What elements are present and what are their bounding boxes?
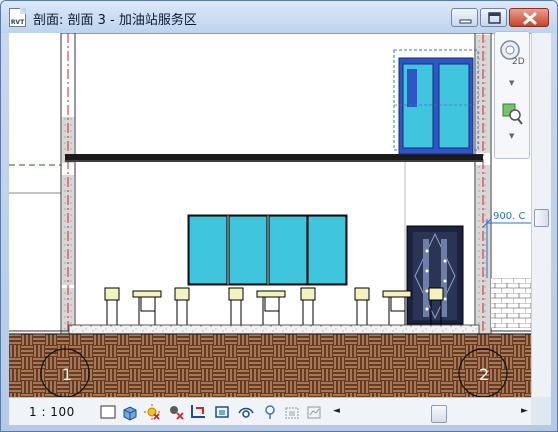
analysis-display-icon[interactable] bbox=[305, 403, 323, 421]
horizontal-scroll-thumb[interactable] bbox=[431, 405, 447, 423]
scroll-corner bbox=[531, 397, 551, 425]
maximize-button[interactable] bbox=[480, 8, 507, 27]
vertical-scrollbar[interactable] bbox=[531, 33, 551, 397]
detail-level-icon[interactable] bbox=[99, 403, 117, 421]
visual-style-icon[interactable] bbox=[121, 403, 139, 421]
steering-wheel-icon: 2D bbox=[500, 40, 525, 67]
scroll-left-arrow-icon[interactable]: ◄ bbox=[333, 406, 340, 416]
section-drawing: 900. C 1 2 bbox=[9, 33, 531, 397]
zoom-button[interactable] bbox=[499, 98, 526, 128]
window-title: 剖面: 剖面 3 - 加油站服务区 bbox=[33, 13, 197, 28]
zoom-region-icon bbox=[502, 103, 523, 125]
minimize-icon bbox=[459, 19, 472, 24]
vertical-scroll-thumb[interactable] bbox=[534, 209, 549, 227]
horizontal-scroll-track[interactable] bbox=[343, 405, 521, 423]
dimension-text: 900. C bbox=[493, 211, 525, 222]
scroll-right-arrow-icon[interactable]: ► bbox=[521, 406, 528, 416]
view-window: RVT 剖面: 剖面 3 - 加油站服务区 900. C 1 2 2D ▼ ▼ … bbox=[0, 0, 558, 432]
crop-view-icon[interactable] bbox=[189, 403, 207, 421]
lightbulb-icon[interactable] bbox=[263, 403, 281, 421]
steering-wheel-button[interactable]: 2D bbox=[499, 38, 526, 68]
minimize-button[interactable] bbox=[451, 8, 478, 27]
title-bar[interactable]: RVT 剖面: 剖面 3 - 加油站服务区 bbox=[1, 1, 557, 33]
wheel-label: 2D bbox=[512, 57, 525, 67]
maximize-icon bbox=[488, 12, 501, 24]
wheel-dropdown-icon[interactable]: ▼ bbox=[509, 79, 514, 87]
sun-path-icon[interactable] bbox=[143, 403, 161, 421]
close-button[interactable] bbox=[509, 8, 549, 27]
zoom-dropdown-icon[interactable]: ▼ bbox=[509, 132, 514, 140]
lock-3d-view-icon[interactable] bbox=[283, 403, 301, 421]
show-crop-region-icon[interactable] bbox=[213, 403, 231, 421]
grid-bubble-2-label: 2 bbox=[479, 365, 489, 384]
drawing-canvas[interactable]: 900. C 1 2 bbox=[9, 33, 531, 397]
shadows-icon[interactable] bbox=[167, 403, 185, 421]
navigation-bar: 2D ▼ ▼ bbox=[494, 31, 530, 159]
app-icon-label: RVT bbox=[10, 19, 25, 26]
view-scale[interactable]: 1 : 100 bbox=[29, 405, 75, 419]
horizontal-scrollbar[interactable]: ◄ ► bbox=[333, 403, 531, 423]
grid-bubble-1-label: 1 bbox=[62, 365, 72, 384]
view-control-bar: 1 : 100 ◄ ► bbox=[9, 397, 531, 425]
revit-file-icon: RVT bbox=[9, 8, 26, 27]
close-icon bbox=[523, 12, 537, 25]
temporary-hide-icon[interactable] bbox=[237, 403, 255, 421]
